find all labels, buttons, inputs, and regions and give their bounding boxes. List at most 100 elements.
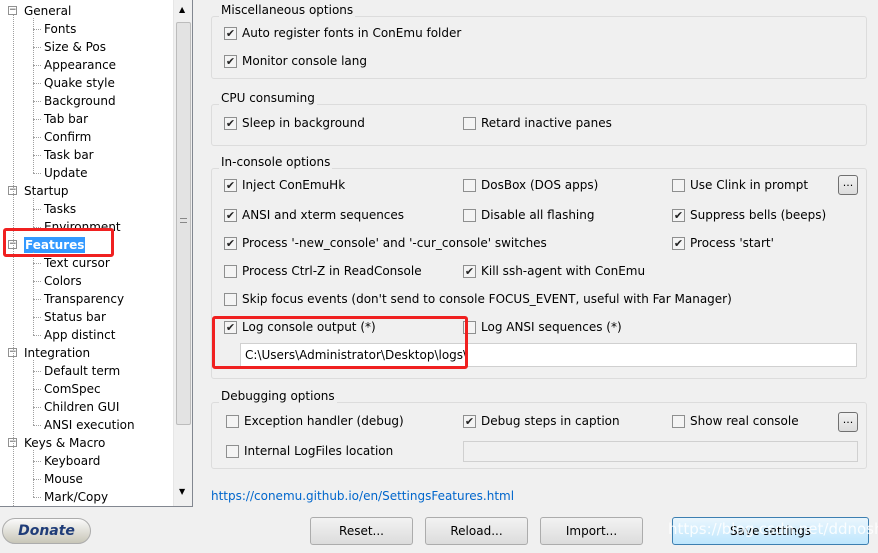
checkbox-checked-icon[interactable]: ✔ [224,26,237,40]
checkbox-checked-icon[interactable]: ✔ [224,54,237,68]
tree-item[interactable]: App distinct [44,327,115,343]
checkbox-checked-icon[interactable]: ✔ [224,116,237,130]
checkbox-checked-icon[interactable]: ✔ [672,236,685,250]
checkbox-debug-steps-in-caption[interactable]: ✔ Debug steps in caption [463,413,620,429]
checkbox-checked-icon[interactable]: ✔ [463,264,476,278]
checkbox-unchecked-icon[interactable] [226,414,239,428]
tree-item[interactable]: Mouse [44,471,83,487]
checkbox-label: ANSI and xterm sequences [242,208,405,222]
tree-item[interactable]: Confirm [44,129,91,145]
checkbox-unchecked-icon[interactable] [463,116,476,130]
checkbox-show-real-console[interactable]: Show real console [672,413,799,429]
tree-item[interactable]: Update [44,165,87,181]
scroll-thumb[interactable] [176,22,191,425]
tree-item[interactable]: Colors [44,273,82,289]
checkbox-sleep-in-background[interactable]: ✔ Sleep in background [224,115,365,131]
checkbox-log-ansi-sequences[interactable]: Log ANSI sequences (*) [463,319,622,335]
checkbox-label: Monitor console lang [242,54,368,68]
tree-item[interactable]: Mark/Copy [44,489,108,505]
checkbox-process-new-console-and-cur-co[interactable]: ✔ Process '-new_console' and '-cur_consol… [224,235,547,251]
tree-item[interactable]: Default term [44,363,120,379]
import-button[interactable]: Import... [540,517,643,545]
tree-item[interactable]: ANSI execution [44,417,135,433]
checkbox-monitor-console-lang[interactable]: ✔ Monitor console lang [224,53,367,69]
checkbox-checked-icon[interactable]: ✔ [672,208,685,222]
checkbox-checked-icon[interactable]: ✔ [224,236,237,250]
annotation-log-output [212,316,468,369]
tree-item[interactable]: Background [44,93,116,109]
checkbox-label: Disable all flashing [481,208,595,222]
checkbox-checked-icon[interactable]: ✔ [463,414,476,428]
checkbox-unchecked-icon[interactable] [672,414,685,428]
tree-item[interactable]: Appearance [44,57,116,73]
logfiles-location-input[interactable] [463,441,858,462]
tree-group-integration[interactable]: Integration [24,345,90,361]
tree-item[interactable]: Task bar [44,147,94,163]
tree-group-keys-macro[interactable]: Keys & Macro [24,435,105,451]
misc-options-title: Miscellaneous options [219,3,356,17]
checkbox-ansi-and-xterm-sequences[interactable]: ✔ ANSI and xterm sequences [224,207,404,223]
reset-button[interactable]: Reset... [310,517,413,545]
checkbox-label: Kill ssh-agent with ConEmu [481,264,646,278]
checkbox-label: Retard inactive panes [481,116,612,130]
checkbox-label: Suppress bells (beeps) [690,208,827,222]
reload-button[interactable]: Reload... [425,517,528,545]
checkbox-unchecked-icon[interactable] [463,178,476,192]
tree-item[interactable]: Size & Pos [44,39,106,55]
tree-item[interactable]: Tasks [44,201,76,217]
checkbox-label: Sleep in background [242,116,365,130]
checkbox-retard-inactive-panes[interactable]: Retard inactive panes [463,115,612,131]
tree-item[interactable]: Tab bar [44,111,88,127]
checkbox-label: Use Clink in prompt [690,178,809,192]
tree-item[interactable]: Keyboard [44,453,100,469]
tree-item[interactable]: Text cursor [44,255,110,271]
watermark: https://blog.csdn.net/ddnosh [668,520,878,538]
checkbox-auto-register-fonts-in-conemu-[interactable]: ✔ Auto register fonts in ConEmu folder [224,25,461,41]
clink-options-button[interactable]: ... [838,175,858,195]
tree-item[interactable]: ComSpec [44,381,101,397]
checkbox-kill-ssh-agent-with-conemu[interactable]: ✔ Kill ssh-agent with ConEmu [463,263,645,279]
checkbox-label: Process '-new_console' and '-cur_console… [242,236,547,250]
donate-button[interactable]: Donate [2,518,91,544]
tree-item[interactable]: Transparency [44,291,124,307]
checkbox-label: Internal LogFiles location [244,444,394,458]
checkbox-internal-logfiles-location[interactable]: Internal LogFiles location [226,443,393,459]
checkbox-disable-all-flashing[interactable]: Disable all flashing [463,207,595,223]
checkbox-checked-icon[interactable]: ✔ [224,178,237,192]
collapse-icon[interactable]: − [8,6,17,15]
tree-item[interactable]: Status bar [44,309,106,325]
checkbox-label: Process Ctrl-Z in ReadConsole [242,264,422,278]
checkbox-label: Auto register fonts in ConEmu folder [242,26,462,40]
checkbox-unchecked-icon[interactable] [226,444,239,458]
checkbox-unchecked-icon[interactable] [463,208,476,222]
checkbox-label: Log ANSI sequences (*) [481,320,622,334]
tree-item[interactable]: Children GUI [44,399,119,415]
tree-group-general[interactable]: General [24,3,71,19]
tree-scrollbar[interactable]: ▲ ▼ [173,0,192,506]
scroll-down-arrow[interactable]: ▼ [179,487,185,496]
checkbox-label: Skip focus events (don't send to console… [242,292,732,306]
checkbox-label: Process 'start' [690,236,774,250]
checkbox-dosbox-dos-apps[interactable]: DosBox (DOS apps) [463,177,598,193]
checkbox-label: Inject ConEmuHk [242,178,346,192]
scroll-up-arrow[interactable]: ▲ [179,5,185,14]
checkbox-skip-focus-events-don-t-send-t[interactable]: Skip focus events (don't send to console… [224,291,732,307]
annotation-features [3,228,114,257]
tree-item[interactable]: Fonts [44,21,76,37]
checkbox-suppress-bells-beeps[interactable]: ✔ Suppress bells (beeps) [672,207,826,223]
real-console-options-button[interactable]: ... [838,412,858,432]
checkbox-unchecked-icon[interactable] [224,292,237,306]
checkbox-use-clink-in-prompt[interactable]: Use Clink in prompt [672,177,808,193]
checkbox-unchecked-icon[interactable] [224,264,237,278]
checkbox-unchecked-icon[interactable] [672,178,685,192]
checkbox-inject-conemuhk[interactable]: ✔ Inject ConEmuHk [224,177,345,193]
tree-group-startup[interactable]: Startup [24,183,69,199]
inconsole-title: In-console options [219,155,333,169]
checkbox-exception-handler-debug[interactable]: Exception handler (debug) [226,413,404,429]
help-link[interactable]: https://conemu.github.io/en/SettingsFeat… [211,489,514,503]
checkbox-label: Show real console [690,414,799,428]
checkbox-checked-icon[interactable]: ✔ [224,208,237,222]
checkbox-process-ctrl-z-in-readconsole[interactable]: Process Ctrl-Z in ReadConsole [224,263,422,279]
checkbox-process-start[interactable]: ✔ Process 'start' [672,235,774,251]
tree-item[interactable]: Quake style [44,75,115,91]
